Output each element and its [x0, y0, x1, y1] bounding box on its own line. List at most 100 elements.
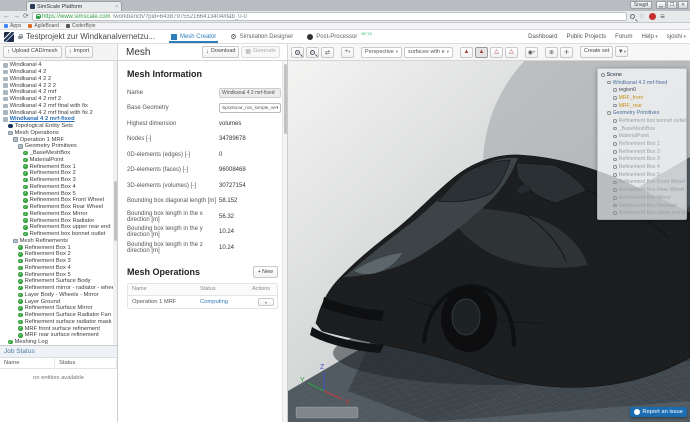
visibility-eye-icon[interactable]	[613, 104, 617, 108]
scene-tree-item[interactable]: Refinement Box 2	[598, 148, 686, 156]
search-icon[interactable]	[630, 14, 635, 19]
mesh-display-2-icon[interactable]: ▲	[475, 47, 488, 58]
header-nav-item[interactable]: Forum	[615, 34, 632, 40]
tree-item[interactable]: Refinement Box 2	[0, 170, 117, 177]
tab-simulation-designer[interactable]: ⚙ Simulation Designer	[230, 30, 293, 43]
scene-tree-item[interactable]: Refinement box bonnet outlet	[598, 117, 686, 125]
tree-item[interactable]: Refinement box bonnet outlet	[0, 231, 117, 238]
adblock-icon[interactable]	[649, 13, 656, 20]
tree-item[interactable]: Operation 1 MRF	[0, 136, 117, 143]
mesh-name-input[interactable]	[219, 88, 281, 98]
tree-item[interactable]: Windkanal 4 2 mrf-fixed	[0, 116, 117, 123]
visibility-eye-icon[interactable]	[613, 158, 617, 162]
scene-tree-item[interactable]: Refinement Box 5	[598, 171, 686, 179]
scene-tree-item[interactable]: Refinement Box Front Wheel	[598, 179, 686, 187]
tree-item[interactable]: Refinement Box 3	[0, 258, 117, 265]
tree-item[interactable]: Refinement Surface Radiator Fan	[0, 312, 117, 319]
new-operation-button[interactable]: +New	[253, 266, 278, 278]
mesh-display-3-icon[interactable]: △	[490, 47, 503, 58]
reset-view-button[interactable]: ⇄	[321, 47, 334, 58]
header-nav-item[interactable]: sjoshi	[667, 34, 686, 40]
visibility-eye-icon[interactable]	[613, 211, 617, 215]
mesh-display-4-icon[interactable]: △	[505, 47, 518, 58]
header-nav-item[interactable]: Public Projects	[566, 34, 606, 40]
tree-item[interactable]: _BaseMeshBox	[0, 150, 117, 157]
viewport-3d[interactable]: Z X Y Scene Windkanal 4 2 mrf-fixed	[288, 61, 690, 422]
scene-tree-item[interactable]: Refinement Box 1	[598, 140, 686, 148]
project-title[interactable]: Testprojekt zur Windkanalvernetzu...	[26, 32, 155, 41]
bookmark-item[interactable]: CoderByte	[66, 23, 96, 29]
tree-item[interactable]: Refinement mirror - radiator - wheel...	[0, 285, 117, 292]
scene-tree-item[interactable]: Refinement Box Rear Wheel	[598, 186, 686, 194]
tree-item[interactable]: Geometry Primitives	[0, 143, 117, 150]
tree-item[interactable]: Windkanal 4 2 mrf	[0, 89, 117, 96]
tree-item[interactable]: Refinement Box 3	[0, 177, 117, 184]
scene-tree-item[interactable]: MaterialPoint	[598, 133, 686, 141]
visibility-eye-icon[interactable]	[613, 88, 617, 92]
tree-item[interactable]: Topological Entity Sets	[0, 123, 117, 130]
visibility-eye-icon[interactable]	[613, 188, 617, 192]
tree-item[interactable]: MRF rear surface refinement	[0, 332, 117, 339]
tree-item[interactable]: Windkanal 4 2 mrf 2	[0, 96, 117, 103]
visibility-eye-icon[interactable]	[613, 142, 617, 146]
filter-dropdown-button[interactable]: ▼ ▾	[615, 46, 628, 57]
visibility-eye-icon[interactable]	[613, 196, 617, 200]
visibility-eye-icon[interactable]	[613, 135, 617, 139]
projection-select[interactable]: Perspective▾	[361, 47, 402, 58]
bookmark-item[interactable]: Apps	[4, 23, 21, 29]
operation-status-link[interactable]: Computing	[196, 299, 248, 305]
tree-item[interactable]: Refinement Box 5	[0, 190, 117, 197]
tree-item[interactable]: Windkanal 4 2 2 2	[0, 82, 117, 89]
tree-item[interactable]: Refinement Box 4	[0, 184, 117, 191]
header-nav-item[interactable]: Help	[642, 34, 658, 40]
zoom-in-button[interactable]: +	[291, 47, 304, 58]
table-row[interactable]: Operation 1 MRF Computing ▾	[128, 296, 277, 308]
forward-icon[interactable]: →	[13, 12, 20, 21]
visibility-eye-icon[interactable]	[607, 81, 611, 85]
tree-item[interactable]: Windkanal 4 2 mrf final with fix	[0, 103, 117, 110]
scene-tree-item[interactable]: region0	[598, 86, 686, 94]
url-input[interactable]: https://www.simscale.com /workbench/?pid…	[32, 12, 627, 21]
tree-item[interactable]: Refinement Box 1	[0, 244, 117, 251]
scene-tree-item[interactable]: Scene	[598, 71, 686, 79]
visibility-eye-icon[interactable]	[613, 119, 617, 123]
scene-tree-item[interactable]: _BaseMeshBox	[598, 125, 686, 133]
generate-button[interactable]: ▦Generate	[241, 46, 280, 58]
visibility-eye-icon[interactable]	[613, 150, 617, 154]
tree-item[interactable]: Windkanal 4 2 2	[0, 76, 117, 83]
header-nav-item[interactable]: Dashboard	[528, 34, 557, 40]
tree-item[interactable]: MaterialPoint	[0, 157, 117, 164]
tree-item[interactable]: Refinement surface radiator mask	[0, 319, 117, 326]
scene-tree-item[interactable]: MRF_rear	[598, 102, 686, 110]
tree-item[interactable]: Refinement Box Mirror	[0, 211, 117, 218]
visibility-eye-icon[interactable]	[613, 204, 617, 208]
visibility-eye-icon[interactable]	[613, 181, 617, 185]
add-dropdown-button[interactable]: + ▾	[341, 47, 354, 58]
window-maximize-button[interactable]: ❐	[667, 1, 677, 9]
operation-actions-dropdown[interactable]: ▾	[258, 298, 274, 306]
window-minimize-button[interactable]: ▁	[656, 1, 666, 9]
scene-tree-item[interactable]: Geometry Primitives	[598, 109, 686, 117]
reload-icon[interactable]: ⟳	[23, 12, 29, 21]
base-geometry-select[interactable]: Sportscar_not_simple_wing_mrf_... ▾	[219, 103, 281, 113]
tree-item[interactable]: Windkanal 4	[0, 62, 117, 69]
visibility-eye-icon[interactable]	[607, 111, 611, 115]
tab-close-icon[interactable]: ×	[115, 4, 118, 10]
tree-item[interactable]: Meshing Log	[0, 339, 117, 345]
visibility-eye-icon[interactable]	[601, 73, 605, 77]
report-issue-button[interactable]: Report an issue	[630, 407, 687, 417]
scene-tree-item[interactable]: Refinement Box Radiator	[598, 202, 686, 210]
render-mode-select[interactable]: surfaces with e▾	[404, 47, 453, 58]
scene-tree-item[interactable]: Windkanal 4 2 mrf-fixed	[598, 79, 686, 87]
back-icon[interactable]: ←	[3, 12, 10, 21]
browser-tab[interactable]: SimScale Platform ×	[26, 1, 122, 11]
tree-item[interactable]: Refinement Surface Mirror	[0, 305, 117, 312]
tree-item[interactable]: Refinement Box Front Wheel	[0, 197, 117, 204]
visibility-eye-icon[interactable]	[613, 127, 617, 131]
simscale-logo[interactable]	[4, 32, 14, 42]
scene-tree-item[interactable]: MRF_front	[598, 94, 686, 102]
tree-item[interactable]: Mesh Refinements	[0, 238, 117, 245]
scene-tree-item[interactable]: Refinement Box 4	[598, 163, 686, 171]
bookmark-item[interactable]: AgileBoard	[28, 23, 58, 29]
visibility-eye-icon[interactable]	[613, 165, 617, 169]
